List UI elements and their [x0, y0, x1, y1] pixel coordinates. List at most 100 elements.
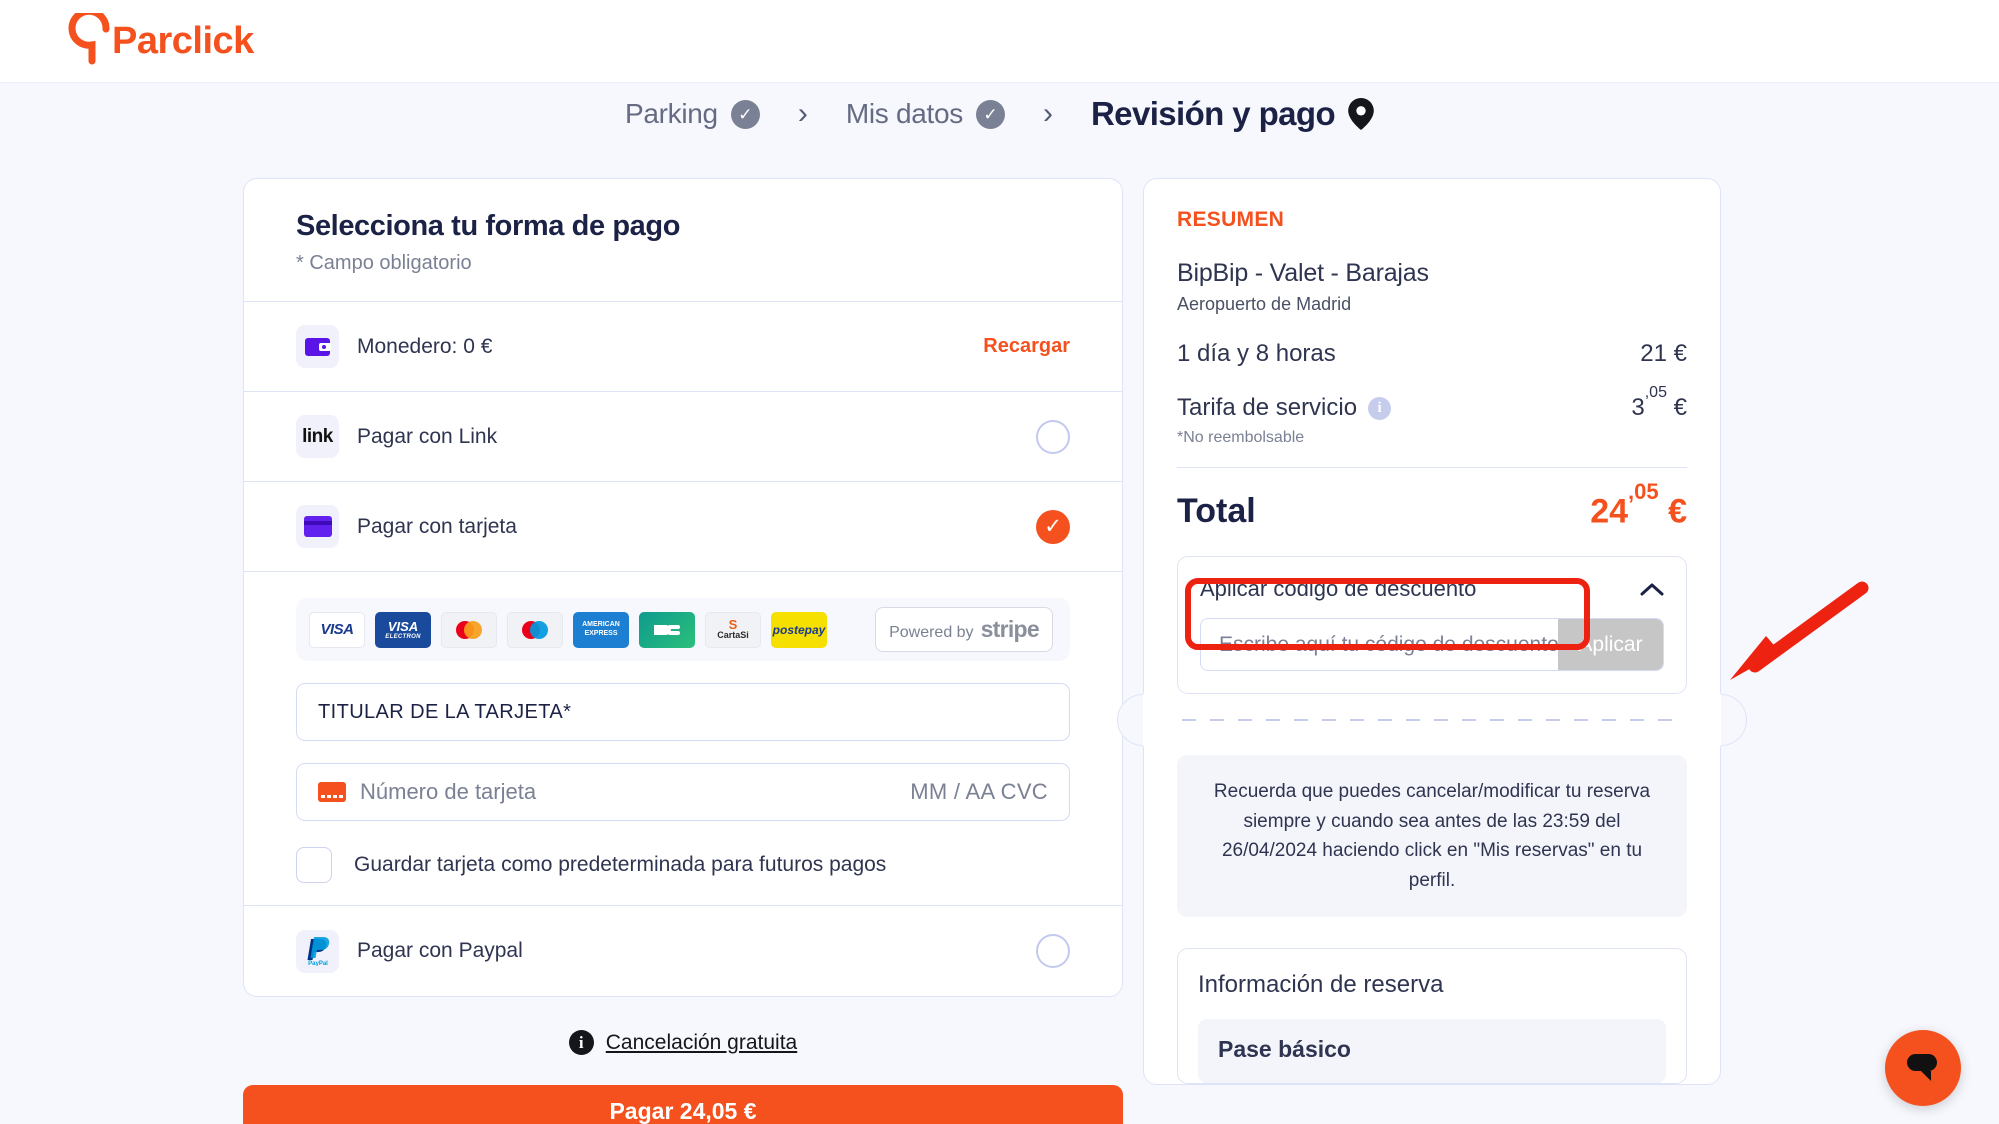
- brand-maestro: [507, 611, 563, 648]
- site-header: Parclick: [0, 0, 1999, 83]
- payment-methods-card: Selecciona tu forma de pago * Campo obli…: [243, 178, 1123, 997]
- checkout-page: Parclick Parking ✓ › Mis datos ✓ › Revis…: [0, 0, 1999, 1124]
- discount-toggle[interactable]: Aplicar código de descuento: [1200, 576, 1664, 602]
- summary-top: RESUMEN BipBip - Valet - Barajas Aeropue…: [1144, 179, 1720, 720]
- pass-box: Pase básico: [1198, 1019, 1666, 1084]
- cancellation-reminder: Recuerda que puedes cancelar/modificar t…: [1177, 755, 1687, 918]
- step-mis-datos-label: Mis datos: [845, 98, 963, 129]
- payment-method-tarjeta[interactable]: Pagar con tarjeta ✓: [244, 482, 1122, 572]
- card-brands-bar: VISA VISA ELECTRON AMERICAN EXPRESS S Ca…: [296, 598, 1070, 661]
- payment-card-header: Selecciona tu forma de pago * Campo obli…: [244, 179, 1122, 302]
- chevron-right-icon: ›: [1042, 97, 1053, 130]
- check-icon: ✓: [975, 99, 1005, 129]
- map-pin-icon: [1348, 98, 1374, 130]
- summary-line-service-fee: Tarifa de servicio i 3,05 €: [1177, 384, 1687, 422]
- info-icon[interactable]: i: [1368, 396, 1392, 420]
- save-card-label: Guardar tarjeta como predeterminada para…: [354, 853, 887, 876]
- map-pin-c-icon: [68, 13, 110, 65]
- service-fee-label: Tarifa de servicio i: [1177, 394, 1392, 422]
- brand-visa: VISA: [309, 611, 365, 648]
- link-icon: link: [296, 415, 339, 458]
- card-number-icon: [318, 782, 346, 802]
- notch-mask-right: [1695, 694, 1721, 747]
- parking-name: BipBip - Valet - Barajas: [1177, 259, 1429, 287]
- summary-line-duration: 1 día y 8 horas 21 €: [1177, 340, 1687, 368]
- apply-discount-button[interactable]: Aplicar: [1558, 619, 1663, 671]
- discount-title: Aplicar código de descuento: [1200, 576, 1477, 602]
- save-card-checkbox[interactable]: [296, 847, 332, 883]
- card-holder-field[interactable]: TITULAR DE LA TARJETA*: [296, 683, 1070, 741]
- dashed-line: [1182, 719, 1682, 722]
- non-refundable-note: *No reembolsable: [1177, 429, 1305, 446]
- payment-method-link[interactable]: link Pagar con Link: [244, 392, 1122, 482]
- payment-method-paypal[interactable]: PayPal Pagar con Paypal: [244, 906, 1122, 996]
- step-revision-y-pago[interactable]: Revisión y pago: [1091, 95, 1374, 133]
- brand-american-express: AMERICAN EXPRESS: [573, 611, 629, 648]
- step-mis-datos[interactable]: Mis datos ✓: [846, 98, 1005, 130]
- annotation-arrow: [1730, 581, 1869, 680]
- card-form: VISA VISA ELECTRON AMERICAN EXPRESS S Ca…: [244, 572, 1122, 906]
- svg-text:PayPal: PayPal: [308, 961, 328, 966]
- check-icon: ✓: [730, 99, 760, 129]
- card-number-field[interactable]: Número de tarjeta MM / AA CVC: [296, 763, 1070, 821]
- step-parking-label: Parking: [624, 98, 718, 129]
- total-row: Total 24,05 €: [1177, 479, 1687, 531]
- total-label: Total: [1177, 492, 1256, 531]
- wallet-icon: [296, 325, 339, 368]
- page-title: Selecciona tu forma de pago: [296, 210, 681, 242]
- save-card-row[interactable]: Guardar tarjeta como predeterminada para…: [296, 847, 1070, 883]
- radio-tarjeta-selected[interactable]: ✓: [1036, 509, 1070, 544]
- payment-method-label: Pagar con Paypal: [357, 939, 523, 962]
- total-currency: €: [1668, 492, 1687, 531]
- chevron-right-icon: ›: [797, 97, 808, 130]
- duration-label: 1 día y 8 horas: [1177, 340, 1336, 367]
- card-expiry-cvc-placeholder: MM / AA CVC: [910, 779, 1048, 804]
- stripe-wordmark: stripe: [980, 616, 1040, 642]
- required-field-note: * Campo obligatorio: [296, 252, 472, 274]
- payment-method-monedero[interactable]: Monedero: 0 € Recargar: [244, 302, 1122, 392]
- info-icon: i: [568, 1030, 594, 1055]
- parclick-logo[interactable]: Parclick: [68, 13, 254, 69]
- card-brand-list: VISA VISA ELECTRON AMERICAN EXPRESS S Ca…: [309, 611, 827, 648]
- payment-method-label: Pagar con tarjeta: [357, 514, 517, 538]
- logo-wordmark: Parclick: [112, 19, 254, 62]
- duration-currency: €: [1673, 340, 1687, 367]
- checkout-stepper: Parking ✓ › Mis datos ✓ › Revisión y pag…: [0, 83, 1999, 145]
- discount-section: Aplicar código de descuento Escribe aquí…: [1177, 556, 1687, 695]
- duration-value: 21 €: [1640, 340, 1687, 368]
- step-parking[interactable]: Parking ✓: [625, 98, 760, 130]
- radio-link[interactable]: [1036, 419, 1070, 454]
- reservation-info-title: Información de reserva: [1198, 971, 1444, 999]
- ticket-divider: [1117, 694, 1747, 747]
- summary-heading: RESUMEN: [1177, 208, 1285, 231]
- brand-cb: [639, 611, 695, 648]
- paypal-icon: PayPal: [296, 929, 339, 973]
- duration-amount: 21: [1640, 340, 1667, 367]
- brand-cartasi: S CartaSi: [705, 611, 761, 648]
- total-value: 24,05 €: [1590, 479, 1687, 531]
- pay-button[interactable]: Pagar 24,05 €: [243, 1085, 1123, 1124]
- free-cancellation-link[interactable]: Cancelación gratuita: [606, 1031, 797, 1055]
- stripe-badge: Powered by stripe: [875, 607, 1053, 652]
- total-cents: ,05: [1628, 479, 1659, 504]
- radio-paypal[interactable]: [1036, 934, 1070, 968]
- total-amount: 24: [1590, 492, 1629, 531]
- payment-column: Selecciona tu forma de pago * Campo obli…: [243, 178, 1123, 1124]
- free-cancellation-row[interactable]: i Cancelación gratuita: [243, 1030, 1123, 1055]
- discount-input-group: Escribe aquí tu código de descuento Apli…: [1200, 618, 1664, 672]
- brand-mastercard: [441, 611, 497, 648]
- summary-card: RESUMEN BipBip - Valet - Barajas Aeropue…: [1117, 178, 1747, 1086]
- credit-card-icon: [296, 505, 339, 548]
- stripe-prefix: Powered by: [889, 624, 974, 641]
- service-fee-value: 3,05 €: [1631, 384, 1687, 422]
- chat-button[interactable]: [1885, 1030, 1961, 1106]
- recargar-link[interactable]: Recargar: [983, 335, 1070, 358]
- step-revision-label: Revisión y pago: [1090, 95, 1336, 132]
- pay-button-label: Pagar 24,05 €: [609, 1097, 757, 1124]
- notch-mask-left: [1143, 694, 1169, 747]
- chevron-up-icon[interactable]: [1640, 582, 1664, 596]
- brand-visa-electron: VISA ELECTRON: [375, 611, 431, 648]
- service-fee-cents: ,05: [1644, 384, 1667, 402]
- discount-code-input[interactable]: Escribe aquí tu código de descuento: [1201, 619, 1558, 670]
- total-divider: [1177, 467, 1687, 468]
